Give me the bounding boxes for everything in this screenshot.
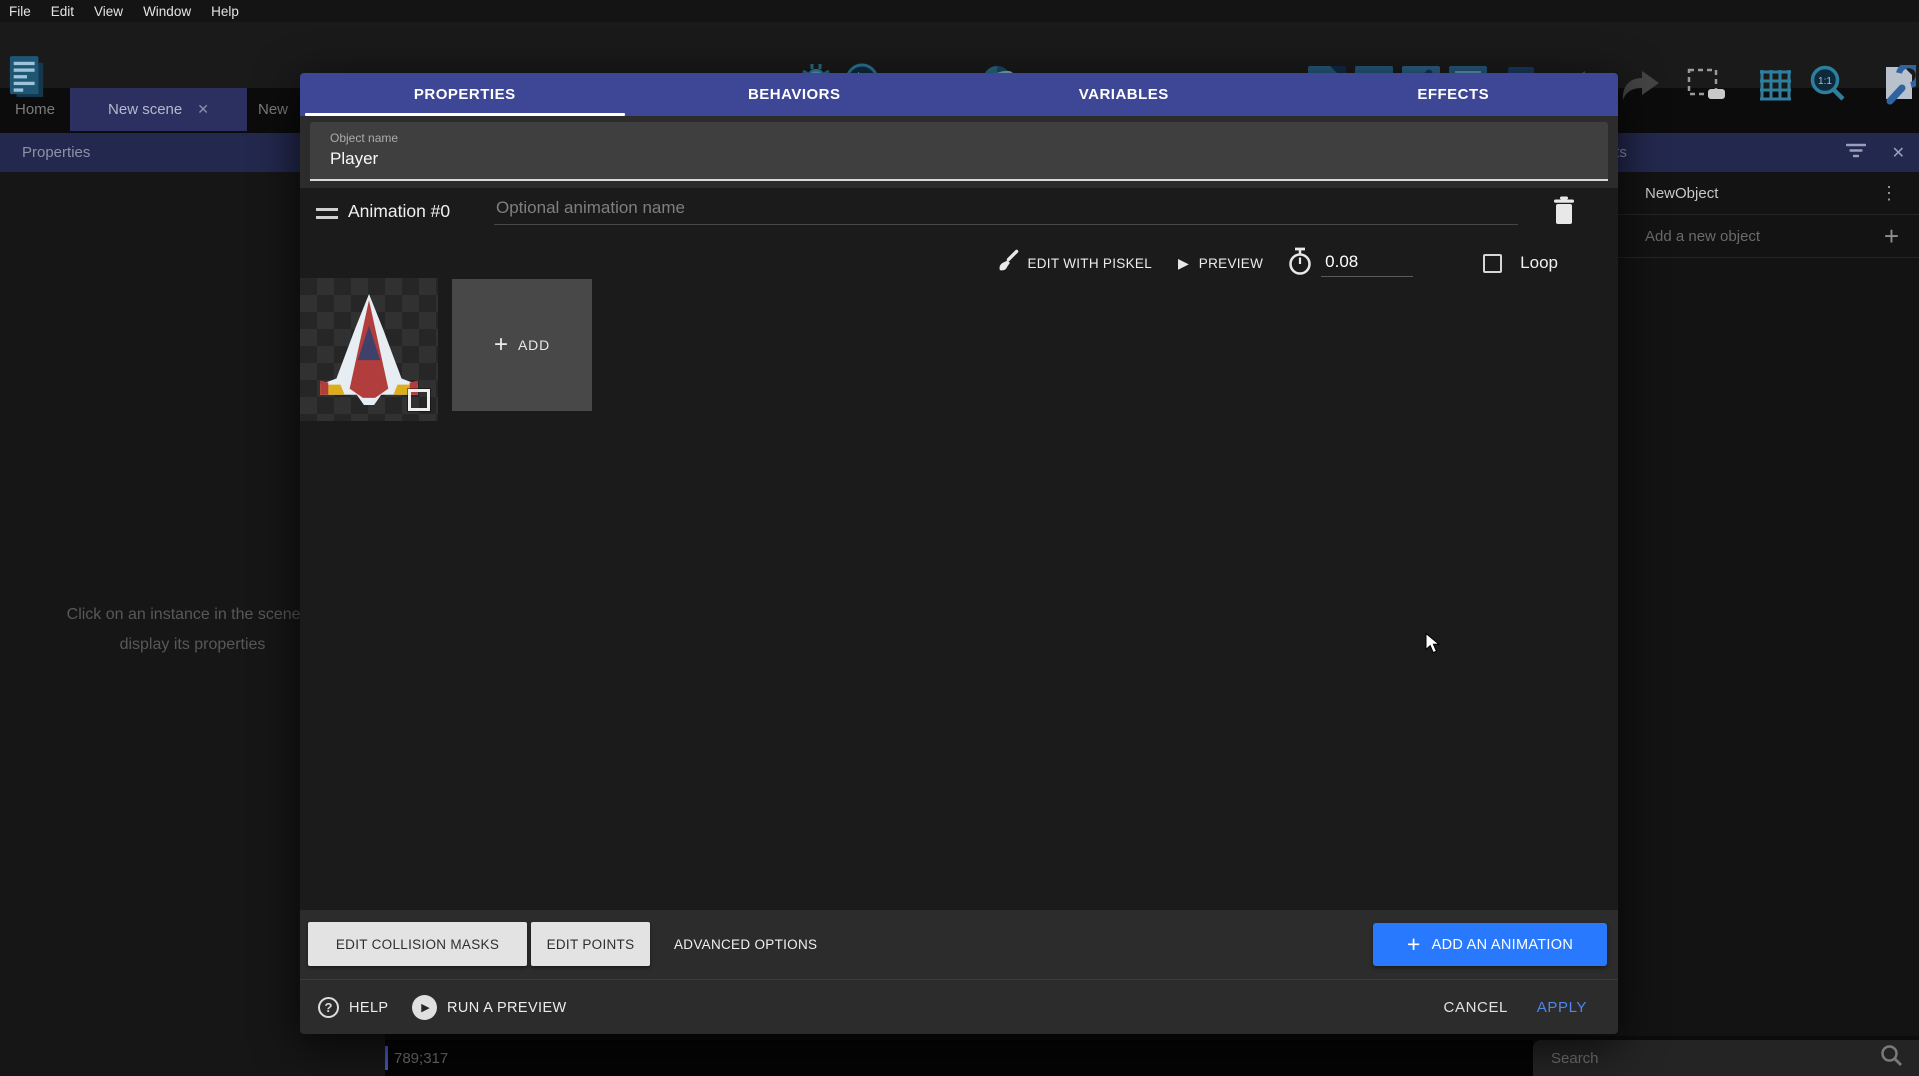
help-button[interactable]: ? HELP bbox=[318, 980, 388, 1035]
objects-search-bar bbox=[1533, 1040, 1919, 1076]
animation-name-input[interactable] bbox=[494, 196, 1518, 225]
add-frame-button[interactable]: + ADD bbox=[452, 279, 592, 411]
edit-points-button[interactable]: EDIT POINTS bbox=[531, 922, 650, 966]
dialog-footer: ? HELP ▶ RUN A PREVIEW CANCEL APPLY bbox=[300, 979, 1618, 1034]
scene-status-bar: 789;317 bbox=[385, 1040, 1533, 1076]
tab-new-scene[interactable]: New scene ✕ bbox=[70, 88, 247, 131]
animation-preview-button[interactable]: PREVIEW bbox=[1199, 256, 1263, 271]
animations-list: Animation #0 EDIT WITH PISKEL ▶ PREVIEW bbox=[300, 188, 1618, 910]
cursor-coordinates: 789;317 bbox=[394, 1050, 448, 1067]
run-preview-button[interactable]: ▶ RUN A PREVIEW bbox=[412, 980, 567, 1035]
add-animation-label: ADD AN ANIMATION bbox=[1432, 937, 1574, 953]
svg-text:1:1: 1:1 bbox=[1818, 76, 1832, 87]
dialog-tab-variables[interactable]: VARIABLES bbox=[959, 73, 1289, 116]
spaceship-sprite bbox=[318, 293, 420, 407]
loop-label: Loop bbox=[1520, 253, 1558, 273]
help-icon: ? bbox=[318, 997, 339, 1018]
sprite-frame-thumbnail[interactable] bbox=[300, 278, 438, 421]
plus-icon[interactable]: + bbox=[1884, 221, 1899, 252]
advanced-options-button[interactable]: ADVANCED OPTIONS bbox=[674, 922, 817, 966]
menu-bar: File Edit View Window Help bbox=[0, 0, 1919, 22]
object-name-input[interactable] bbox=[330, 149, 1130, 169]
object-editor-dialog: PROPERTIES BEHAVIORS VARIABLES EFFECTS O… bbox=[300, 73, 1618, 1034]
search-icon[interactable] bbox=[1880, 1044, 1903, 1072]
play-icon: ▶ bbox=[1178, 255, 1189, 272]
status-caret bbox=[385, 1046, 388, 1070]
plus-icon: + bbox=[1407, 931, 1421, 958]
menu-help[interactable]: Help bbox=[211, 4, 239, 19]
edit-with-piskel-button[interactable]: EDIT WITH PISKEL bbox=[1027, 256, 1152, 271]
mouse-cursor bbox=[1425, 633, 1445, 660]
dialog-tab-bar: PROPERTIES BEHAVIORS VARIABLES EFFECTS bbox=[300, 73, 1618, 116]
object-name-field-label: Object name bbox=[330, 131, 398, 145]
objects-panel-close-icon[interactable]: ✕ bbox=[1892, 143, 1905, 163]
dialog-tab-properties[interactable]: PROPERTIES bbox=[300, 73, 630, 116]
object-name-label: NewObject bbox=[1645, 185, 1718, 202]
add-frame-label: ADD bbox=[518, 337, 550, 353]
tab-new-scene-label: New scene bbox=[108, 101, 182, 118]
menu-file[interactable]: File bbox=[9, 4, 31, 19]
object-menu-icon[interactable]: ⋮ bbox=[1880, 183, 1899, 204]
edit-collision-masks-button[interactable]: EDIT COLLISION MASKS bbox=[308, 922, 527, 966]
add-animation-button[interactable]: + ADD AN ANIMATION bbox=[1373, 923, 1607, 966]
animation-controls: EDIT WITH PISKEL ▶ PREVIEW Loop bbox=[996, 243, 1558, 283]
brush-icon bbox=[996, 249, 1019, 277]
menu-view[interactable]: View bbox=[94, 4, 123, 19]
drag-handle-icon[interactable] bbox=[316, 208, 338, 224]
dialog-tab-effects[interactable]: EFFECTS bbox=[1289, 73, 1619, 116]
run-preview-icon: ▶ bbox=[412, 995, 437, 1020]
object-name-field: Object name bbox=[310, 122, 1608, 181]
menu-edit[interactable]: Edit bbox=[51, 4, 74, 19]
frame-selection-indicator[interactable] bbox=[408, 389, 430, 411]
search-input[interactable] bbox=[1551, 1050, 1880, 1067]
dialog-tab-behaviors[interactable]: BEHAVIORS bbox=[630, 73, 960, 116]
apply-button[interactable]: APPLY bbox=[1537, 980, 1587, 1035]
animation-title: Animation #0 bbox=[348, 201, 450, 222]
add-object-label: Add a new object bbox=[1645, 228, 1760, 245]
delete-animation-icon[interactable] bbox=[1552, 196, 1576, 230]
tab-home[interactable]: Home bbox=[0, 88, 70, 131]
menu-window[interactable]: Window bbox=[143, 4, 191, 19]
filter-icon[interactable] bbox=[1846, 143, 1866, 162]
plus-icon: + bbox=[494, 331, 508, 359]
cancel-button[interactable]: CANCEL bbox=[1444, 980, 1508, 1035]
time-between-frames-input[interactable] bbox=[1321, 250, 1413, 277]
stopwatch-icon bbox=[1287, 247, 1313, 280]
loop-checkbox[interactable] bbox=[1483, 254, 1502, 273]
tab-close-icon[interactable]: ✕ bbox=[197, 101, 209, 118]
